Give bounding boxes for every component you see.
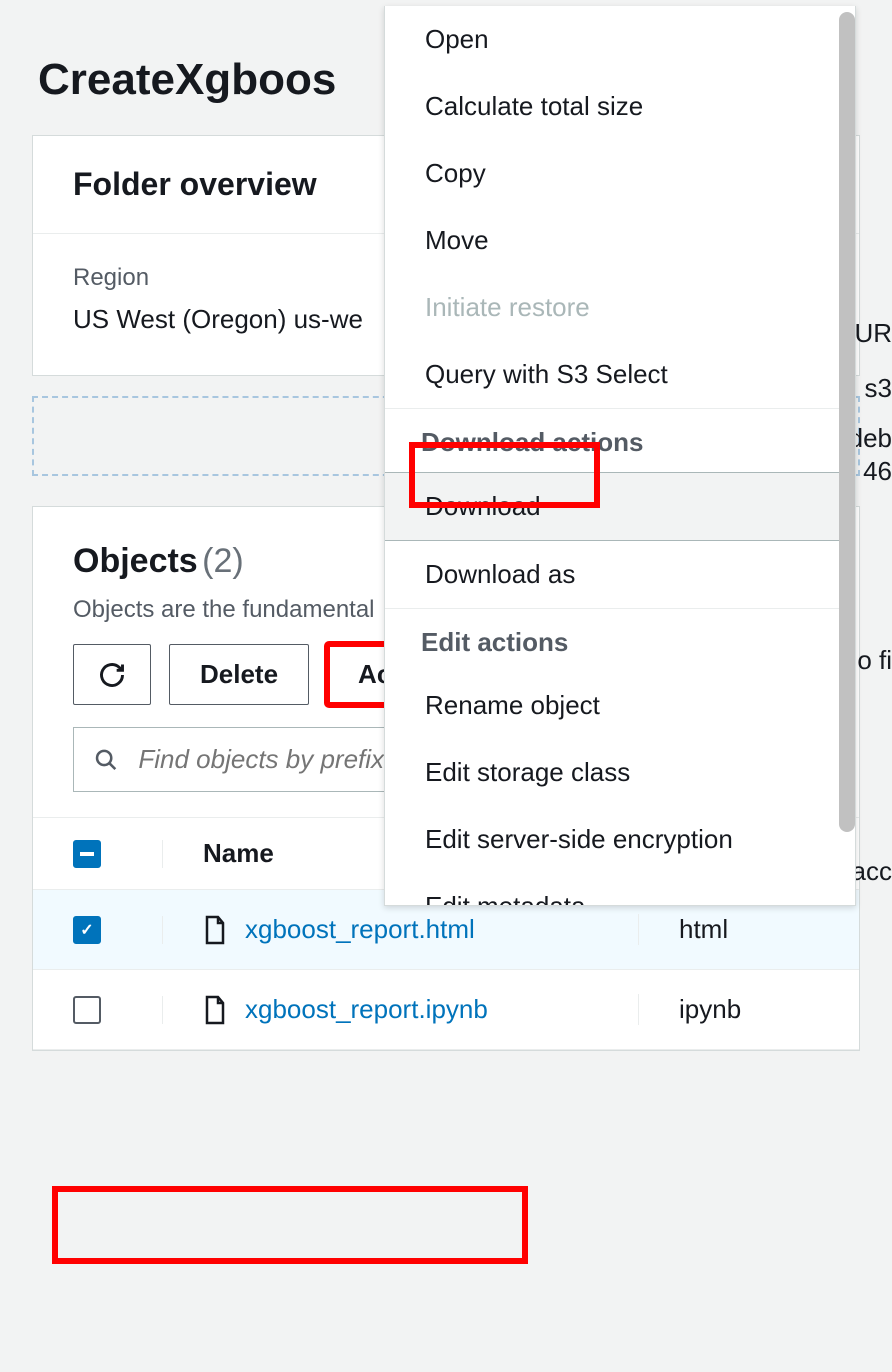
menu-edit-storage[interactable]: Edit storage class	[385, 739, 855, 806]
delete-button[interactable]: Delete	[169, 644, 309, 705]
menu-section-download: Download actions	[385, 408, 855, 472]
menu-copy[interactable]: Copy	[385, 140, 855, 207]
file-name: xgboost_report.html	[245, 914, 475, 945]
search-icon	[94, 747, 118, 773]
scrollbar[interactable]	[839, 12, 855, 832]
menu-initiate-restore: Initiate restore	[385, 274, 855, 341]
file-link[interactable]: xgboost_report.html	[203, 914, 475, 945]
s3-uri-value-fragment: s3	[865, 373, 892, 404]
row-highlight-annotation	[52, 1186, 528, 1264]
actions-dropdown: Open Calculate total size Copy Move Init…	[384, 6, 856, 906]
description-tail-fragment: acc	[852, 856, 892, 887]
drop-hint-fragment: o fi	[857, 645, 892, 676]
select-all-checkbox[interactable]	[73, 840, 101, 868]
s3-uri-value-fragment-3: 46	[863, 456, 892, 487]
row-checkbox[interactable]: ✓	[73, 916, 101, 944]
menu-move[interactable]: Move	[385, 207, 855, 274]
menu-section-edit: Edit actions	[385, 608, 855, 672]
row-checkbox[interactable]	[73, 996, 101, 1024]
refresh-button[interactable]	[73, 644, 151, 705]
file-icon	[203, 915, 227, 945]
file-icon	[203, 995, 227, 1025]
menu-calculate-size[interactable]: Calculate total size	[385, 73, 855, 140]
column-name-header[interactable]: Name	[203, 838, 274, 869]
menu-download[interactable]: Download	[385, 472, 855, 541]
objects-title: Objects	[73, 542, 198, 580]
menu-open[interactable]: Open	[385, 6, 855, 73]
delete-label: Delete	[200, 659, 278, 690]
refresh-icon	[98, 661, 126, 689]
objects-count: (2)	[202, 542, 244, 580]
file-type: ipynb	[679, 994, 741, 1025]
s3-uri-fragment: UR	[854, 318, 892, 349]
file-type: html	[679, 914, 728, 945]
table-row[interactable]: xgboost_report.ipynb ipynb	[33, 970, 859, 1050]
menu-rename[interactable]: Rename object	[385, 672, 855, 739]
menu-edit-encryption[interactable]: Edit server-side encryption	[385, 806, 855, 873]
menu-query-select[interactable]: Query with S3 Select	[385, 341, 855, 408]
menu-download-as[interactable]: Download as	[385, 541, 855, 608]
file-link[interactable]: xgboost_report.ipynb	[203, 994, 488, 1025]
menu-edit-metadata[interactable]: Edit metadata	[385, 873, 855, 906]
file-name: xgboost_report.ipynb	[245, 994, 488, 1025]
